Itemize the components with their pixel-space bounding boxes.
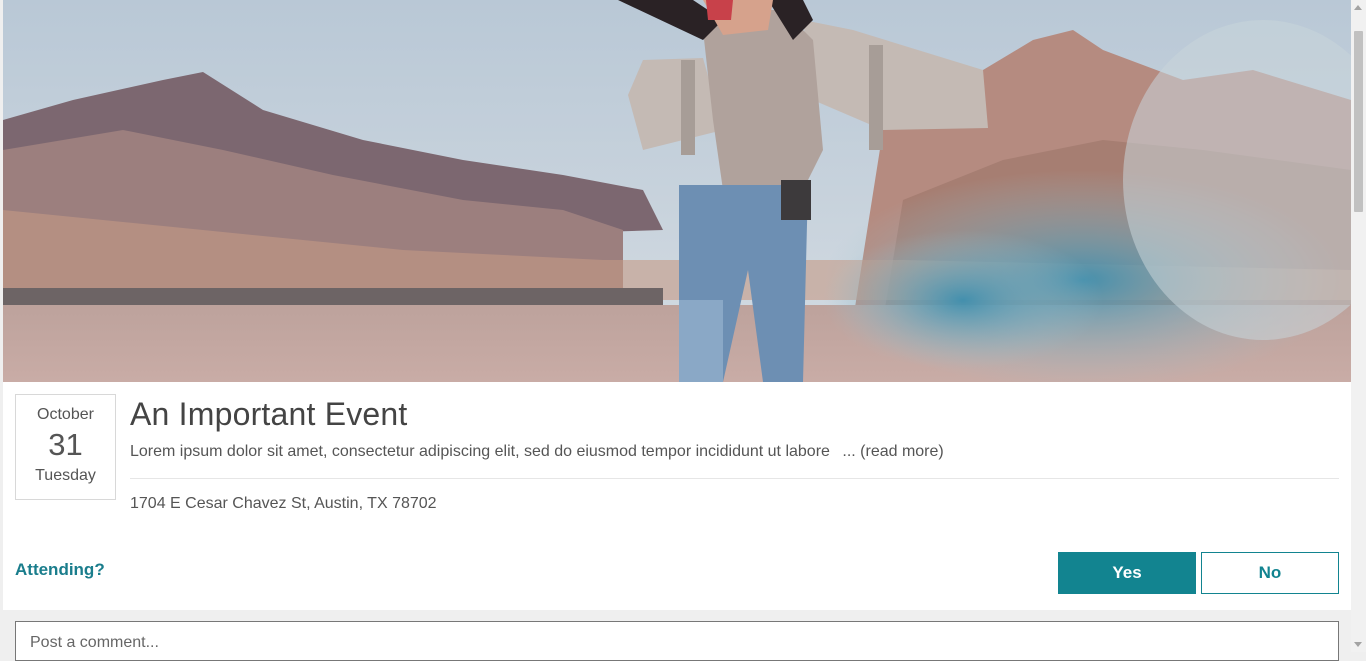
- scrollbar[interactable]: [1351, 0, 1366, 652]
- event-card: October 31 Tuesday An Important Event Lo…: [3, 382, 1351, 610]
- event-description-text: Lorem ipsum dolor sit amet, consectetur …: [130, 443, 830, 460]
- event-address: 1704 E Cesar Chavez St, Austin, TX 78702: [130, 495, 437, 512]
- scroll-up-icon[interactable]: [1354, 5, 1362, 10]
- event-title: An Important Event: [130, 396, 408, 432]
- event-date-box: October 31 Tuesday: [15, 394, 116, 500]
- event-day: 31: [48, 427, 83, 462]
- event-hero-image: [3, 0, 1351, 382]
- attending-label: Attending?: [15, 560, 105, 579]
- read-more-link[interactable]: ... (read more): [842, 443, 943, 460]
- scrollbar-thumb[interactable]: [1354, 31, 1363, 212]
- event-description: Lorem ipsum dolor sit amet, consectetur …: [130, 443, 944, 461]
- divider: [130, 478, 1339, 479]
- rsvp-yes-button[interactable]: Yes: [1058, 552, 1196, 594]
- event-weekday: Tuesday: [35, 467, 96, 484]
- event-page: October 31 Tuesday An Important Event Lo…: [3, 0, 1351, 610]
- scroll-down-icon[interactable]: [1354, 642, 1362, 647]
- comment-input[interactable]: Post a comment...: [15, 621, 1339, 661]
- rsvp-no-button[interactable]: No: [1201, 552, 1339, 594]
- event-month: October: [37, 406, 94, 423]
